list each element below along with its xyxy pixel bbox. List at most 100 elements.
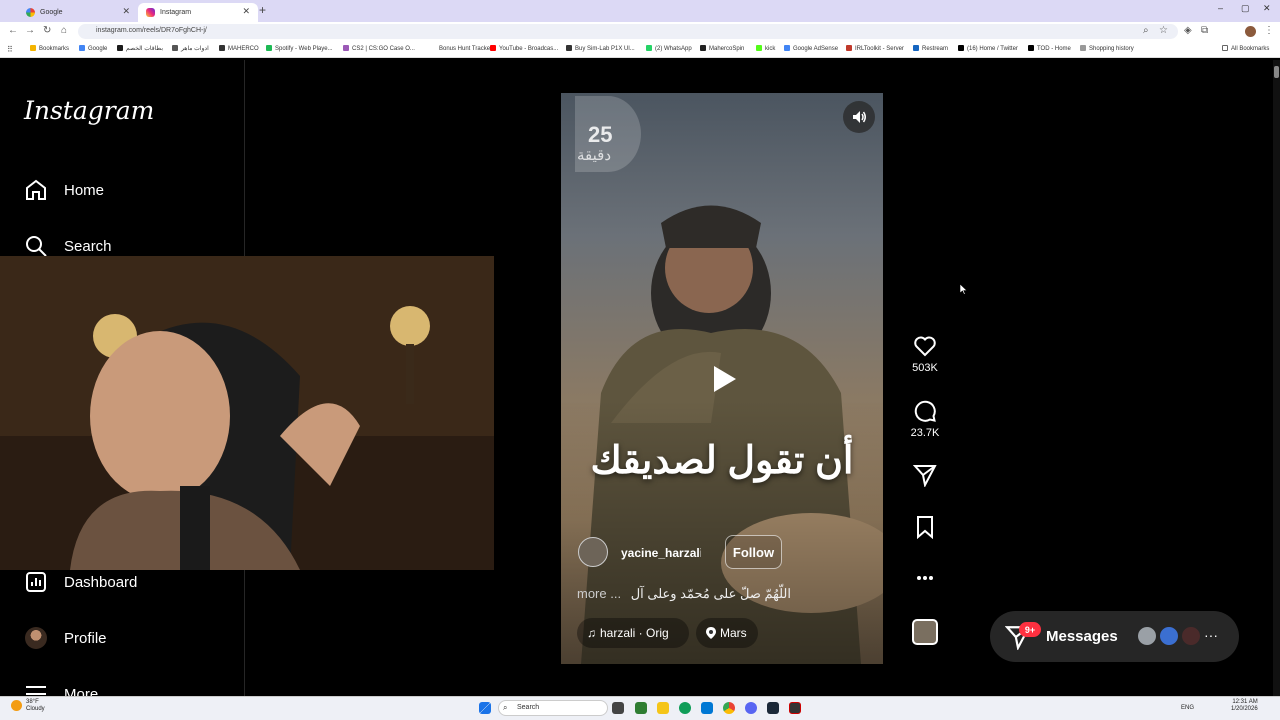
like-action[interactable]: 503K bbox=[900, 334, 950, 374]
app-icon[interactable] bbox=[789, 702, 801, 714]
task-view-icon[interactable] bbox=[612, 702, 624, 714]
bookmark-item[interactable]: CS2 | CS:GO Case O... bbox=[343, 45, 415, 52]
tab-google[interactable]: Google ✕ bbox=[18, 3, 138, 22]
author-username[interactable]: yacine_harzali bbox=[621, 546, 701, 560]
location-pill[interactable]: Mars bbox=[696, 618, 758, 648]
tab-title: Google bbox=[40, 9, 63, 16]
file-explorer-icon[interactable] bbox=[657, 702, 669, 714]
bookmark-item[interactable]: Bookmarks bbox=[30, 45, 69, 52]
play-button[interactable] bbox=[706, 362, 740, 396]
minimize-icon[interactable]: – bbox=[1218, 3, 1223, 13]
close-tab-icon[interactable]: ✕ bbox=[122, 6, 130, 17]
back-icon[interactable]: ← bbox=[8, 25, 18, 36]
app-icon[interactable] bbox=[635, 702, 647, 714]
bookmark-item[interactable]: Google bbox=[79, 45, 107, 52]
extensions-puzzle-icon[interactable]: ⧉ bbox=[1201, 25, 1208, 36]
bookmark-item[interactable]: TOD - Home bbox=[1028, 45, 1071, 52]
bookmark-favicon-icon bbox=[756, 45, 762, 51]
home-icon bbox=[24, 178, 48, 202]
bookmark-star-icon[interactable]: ☆ bbox=[1159, 25, 1168, 36]
windows-start-icon[interactable] bbox=[479, 702, 491, 714]
bookmark-item[interactable]: Bonus Hunt Tracker bbox=[430, 45, 492, 52]
all-bookmarks-link[interactable]: All Bookmarks bbox=[1222, 45, 1269, 52]
bookmark-item[interactable]: (16) Home / Twitter bbox=[958, 45, 1018, 52]
more-options-action[interactable] bbox=[900, 568, 950, 592]
address-bar[interactable] bbox=[78, 24, 1178, 39]
page-scrollbar[interactable] bbox=[1273, 60, 1280, 696]
search-icon bbox=[24, 234, 48, 258]
sidebar-item-profile[interactable]: Profile bbox=[24, 624, 107, 652]
zoom-icon[interactable]: ⌕ bbox=[1143, 25, 1149, 36]
bookmark-item[interactable]: Restream bbox=[913, 45, 948, 52]
maximize-icon[interactable]: ▢ bbox=[1241, 3, 1250, 14]
bookmark-label: Buy Sim-Lab P1X Ul... bbox=[575, 46, 635, 52]
sound-toggle-button[interactable] bbox=[843, 101, 875, 133]
reel-caption[interactable]: more ... اللّهُمّ صلّ على مُحمّد وعلى آل bbox=[577, 586, 837, 602]
home-icon[interactable]: ⌂ bbox=[61, 25, 67, 36]
apps-grid-icon[interactable]: ⠿ bbox=[7, 45, 13, 54]
share-action[interactable] bbox=[900, 463, 950, 491]
bookmark-favicon-icon bbox=[490, 45, 496, 51]
close-tab-icon[interactable]: ✕ bbox=[242, 6, 250, 17]
sidebar-item-home[interactable]: Home bbox=[24, 176, 104, 204]
sidebar-item-dashboard[interactable]: Dashboard bbox=[24, 568, 137, 596]
profile-avatar bbox=[24, 626, 48, 650]
bookmark-item[interactable]: YouTube - Broadcas... bbox=[490, 45, 558, 52]
new-tab-icon[interactable]: + bbox=[259, 3, 266, 17]
location-label: Mars bbox=[720, 626, 747, 640]
bookmark-favicon-icon bbox=[846, 45, 852, 51]
follow-button[interactable]: Follow bbox=[725, 535, 782, 569]
bookmark-favicon-icon bbox=[266, 45, 272, 51]
taskbar-search[interactable]: Search bbox=[498, 700, 608, 716]
sidebar-item-label: Home bbox=[64, 181, 105, 199]
reload-icon[interactable]: ↻ bbox=[43, 25, 51, 36]
menu-kebab-icon[interactable]: ⋮ bbox=[1264, 25, 1274, 36]
bookmark-item[interactable]: Spotify - Web Playe... bbox=[266, 45, 333, 52]
comment-action[interactable]: 23.7K bbox=[900, 399, 950, 439]
share-paper-plane-icon bbox=[913, 465, 937, 487]
caption-more-link[interactable]: more ... bbox=[577, 586, 621, 601]
bookmark-item[interactable]: kick bbox=[756, 45, 775, 52]
profile-avatar[interactable] bbox=[1245, 26, 1256, 37]
system-clock[interactable]: 12:31 AM 1/20/2026 bbox=[1231, 699, 1258, 713]
bookmark-item[interactable]: Shopping history bbox=[1080, 45, 1134, 52]
bookmark-favicon-icon bbox=[30, 45, 36, 51]
discord-icon[interactable] bbox=[745, 702, 757, 714]
bookmark-item[interactable]: Buy Sim-Lab P1X Ul... bbox=[566, 45, 635, 52]
bookmark-item[interactable]: MAHERCO bbox=[219, 45, 259, 52]
instagram-logo[interactable]: Instagram bbox=[24, 96, 154, 125]
bookmark-icon bbox=[917, 516, 933, 539]
store-icon[interactable] bbox=[701, 702, 713, 714]
more-dots-icon[interactable]: ··· bbox=[1204, 627, 1218, 643]
scrollbar-thumb[interactable] bbox=[1274, 66, 1279, 78]
audio-track-label: harzali · Orig bbox=[600, 626, 669, 640]
google-favicon-icon bbox=[26, 8, 35, 17]
bookmark-favicon-icon bbox=[1028, 45, 1034, 51]
tab-instagram[interactable]: Instagram ✕ bbox=[138, 3, 258, 22]
save-action[interactable] bbox=[900, 515, 950, 543]
bookmark-item[interactable]: بطاقات الخصم bbox=[117, 45, 163, 52]
steam-icon[interactable] bbox=[767, 702, 779, 714]
language-indicator[interactable]: ENG bbox=[1181, 705, 1194, 711]
bookmark-item[interactable]: Google AdSense bbox=[784, 45, 838, 52]
bookmark-item[interactable]: MahercoSpin bbox=[700, 45, 744, 52]
bookmark-label: IRLToolkit - Server bbox=[855, 46, 904, 52]
bookmark-favicon-icon bbox=[172, 45, 178, 51]
bookmark-favicon-icon bbox=[700, 45, 706, 51]
search-icon: ⌕ bbox=[503, 703, 508, 712]
comment-icon bbox=[914, 400, 936, 422]
forward-icon[interactable]: → bbox=[25, 25, 35, 36]
audio-thumbnail[interactable] bbox=[912, 619, 938, 645]
location-pin-icon bbox=[706, 627, 716, 639]
bookmark-item[interactable]: IRLToolkit - Server bbox=[846, 45, 904, 52]
chrome-icon[interactable] bbox=[723, 702, 735, 714]
edge-icon[interactable] bbox=[679, 702, 691, 714]
conversation-avatar bbox=[1136, 625, 1158, 647]
author-avatar[interactable] bbox=[578, 537, 608, 567]
close-window-icon[interactable]: ✕ bbox=[1263, 3, 1271, 14]
bookmark-item[interactable]: (2) WhatsApp bbox=[646, 45, 692, 52]
weather-widget[interactable]: 38°F Cloudy bbox=[26, 699, 45, 713]
audio-track-pill[interactable]: ♫ harzali · Orig bbox=[577, 618, 689, 648]
bookmark-item[interactable]: ادوات ماهر bbox=[172, 45, 209, 52]
extension-icon[interactable]: ◈ bbox=[1184, 25, 1192, 36]
